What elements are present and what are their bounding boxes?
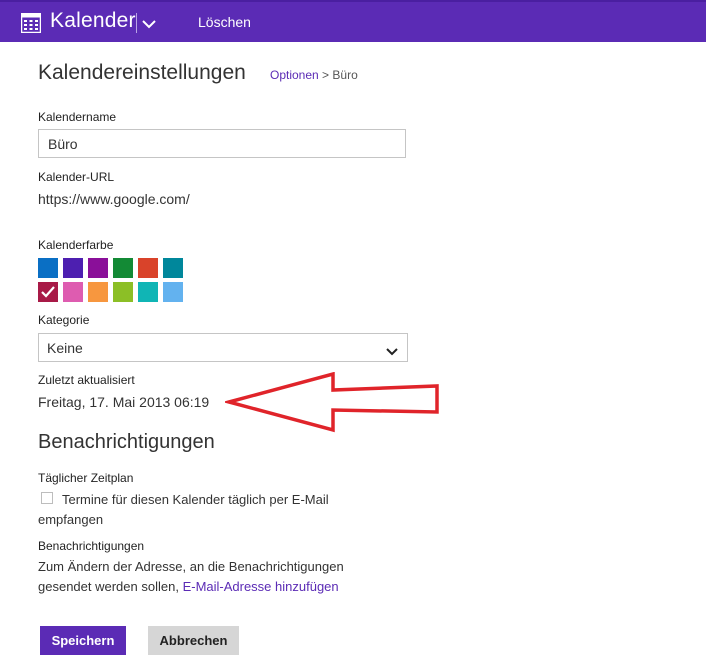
- page-title: Kalendereinstellungen: [38, 61, 246, 84]
- notifications-label: Benachrichtigungen: [38, 539, 145, 553]
- top-bar: Kalender Löschen: [0, 0, 706, 42]
- calendar-url-label: Kalender-URL: [38, 170, 115, 184]
- daily-email-checkbox-label[interactable]: Termine für diesen Kalender täglich per …: [38, 490, 368, 530]
- title-divider: [136, 13, 137, 33]
- delete-button[interactable]: Löschen: [198, 14, 251, 30]
- calendar-color-label: Kalenderfarbe: [38, 238, 114, 252]
- color-swatch-selected[interactable]: [38, 282, 58, 302]
- save-button[interactable]: Speichern: [40, 626, 126, 655]
- last-updated-value: Freitag, 17. Mai 2013 06:19: [38, 394, 210, 410]
- color-swatch[interactable]: [113, 282, 133, 302]
- notifications-text: Zum Ändern der Adresse, an die Benachric…: [38, 557, 378, 597]
- notifications-section-title: Benachrichtigungen: [38, 431, 215, 453]
- category-label: Kategorie: [38, 313, 90, 327]
- color-swatch[interactable]: [63, 258, 83, 278]
- color-swatch[interactable]: [138, 282, 158, 302]
- color-swatch[interactable]: [138, 258, 158, 278]
- calendar-name-input[interactable]: [38, 129, 406, 158]
- color-swatch[interactable]: [88, 258, 108, 278]
- annotation-arrow-icon: [225, 372, 439, 433]
- breadcrumb-separator: >: [322, 68, 330, 82]
- category-selected-value: Keine: [47, 340, 83, 356]
- cancel-button[interactable]: Abbrechen: [148, 626, 239, 655]
- add-email-link[interactable]: E-Mail-Adresse hinzufügen: [183, 579, 339, 594]
- color-swatch[interactable]: [38, 258, 58, 278]
- color-swatch[interactable]: [113, 258, 133, 278]
- calendar-name-label: Kalendername: [38, 110, 117, 124]
- chevron-down-icon[interactable]: [142, 16, 156, 29]
- calendar-icon[interactable]: [20, 12, 42, 34]
- category-select[interactable]: Keine: [38, 333, 408, 362]
- breadcrumb: Optionen > Büro: [270, 68, 358, 82]
- checkmark-icon: [41, 286, 55, 298]
- breadcrumb-current: Büro: [332, 68, 358, 82]
- color-swatch[interactable]: [163, 258, 183, 278]
- color-swatch[interactable]: [163, 282, 183, 302]
- color-swatch[interactable]: [63, 282, 83, 302]
- color-swatch[interactable]: [88, 282, 108, 302]
- daily-schedule-label: Täglicher Zeitplan: [38, 471, 134, 485]
- chevron-down-icon: [386, 343, 398, 361]
- last-updated-label: Zuletzt aktualisiert: [38, 373, 135, 387]
- breadcrumb-link-options[interactable]: Optionen: [270, 68, 319, 82]
- app-title[interactable]: Kalender: [50, 9, 136, 33]
- calendar-url-value: https://www.google.com/: [38, 191, 190, 207]
